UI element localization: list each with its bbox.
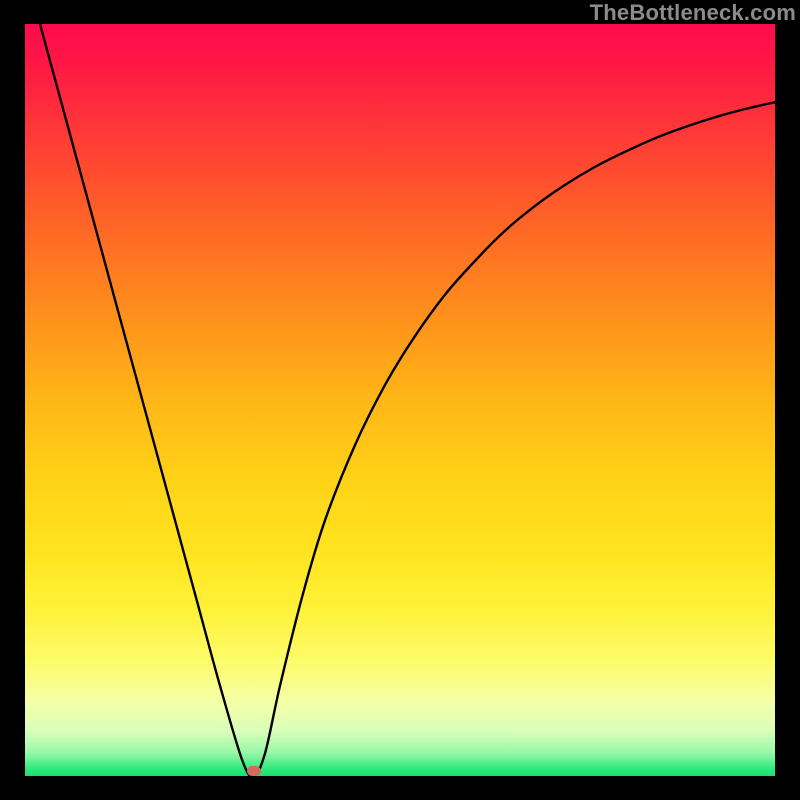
- curve-layer: [25, 24, 775, 776]
- bottleneck-curve: [40, 24, 775, 776]
- optimal-point-marker: [247, 766, 261, 776]
- chart-frame: TheBottleneck.com: [0, 0, 800, 800]
- plot-area: [25, 24, 775, 776]
- watermark-text: TheBottleneck.com: [590, 0, 796, 26]
